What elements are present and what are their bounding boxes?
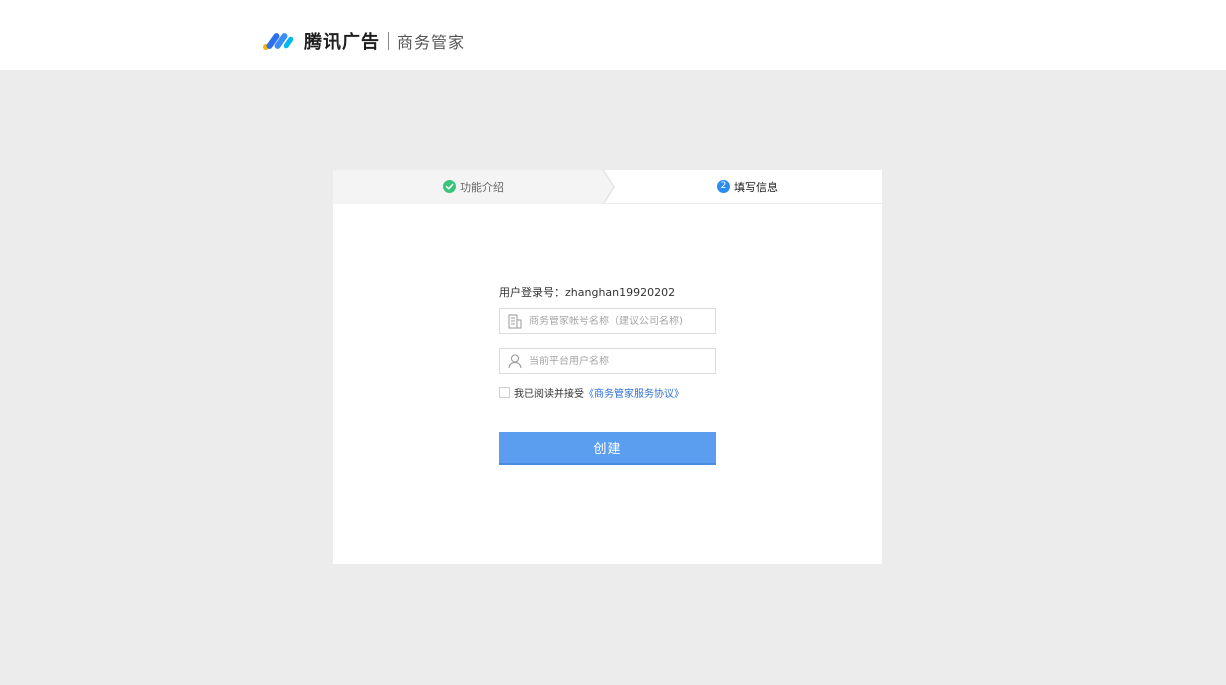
user-name-input[interactable] <box>529 355 709 367</box>
account-name-field[interactable] <box>499 308 716 334</box>
product-name: 商务管家 <box>397 33 466 52</box>
agreement-checkbox[interactable] <box>499 386 510 398</box>
signup-card: 功能介绍 2 填写信息 用户登录号：zhanghan19920202 我已阅读并… <box>333 170 882 564</box>
login-id-row: 用户登录号：zhanghan19920202 <box>499 284 675 300</box>
user-name-field[interactable] <box>499 348 716 374</box>
top-header: 腾讯广告 商务管家 <box>0 0 1226 70</box>
step-label: 功能介绍 <box>460 180 504 194</box>
step-indicator: 功能介绍 2 填写信息 <box>333 170 882 204</box>
service-agreement-link[interactable]: 《商务管家服务协议》 <box>584 385 684 400</box>
user-icon <box>508 354 522 369</box>
tencent-ads-logo-icon <box>263 33 294 50</box>
account-name-input[interactable] <box>529 315 709 327</box>
step-label: 填写信息 <box>734 180 778 194</box>
step-function-intro[interactable]: 功能介绍 <box>443 170 504 203</box>
step-fill-info[interactable]: 2 填写信息 <box>717 170 778 203</box>
brand-name: 腾讯广告 <box>304 32 380 53</box>
agreement-text: 我已阅读并接受 <box>514 388 584 400</box>
step-number-badge: 2 <box>717 180 730 193</box>
create-button[interactable]: 创建 <box>499 432 716 465</box>
brand[interactable]: 腾讯广告 商务管家 <box>262 28 465 54</box>
login-id-value: zhanghan19920202 <box>565 286 676 299</box>
check-circle-icon <box>443 180 456 193</box>
agreement-row: 我已阅读并接受 《商务管家服务协议》 <box>499 385 684 400</box>
login-id-label: 用户登录号： <box>499 286 565 299</box>
brand-divider <box>388 32 389 50</box>
building-icon <box>508 314 522 329</box>
